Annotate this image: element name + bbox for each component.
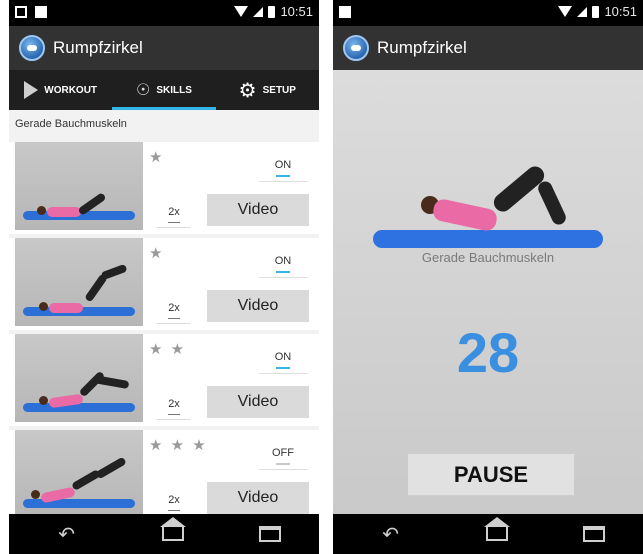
signal-icon	[577, 6, 588, 17]
mat-shape	[23, 499, 135, 508]
status-bar: 10:51	[333, 0, 643, 26]
notification-icon	[339, 6, 351, 18]
recent-apps-icon[interactable]	[583, 526, 606, 542]
mat-shape	[23, 403, 135, 412]
exercise-name: Gerade Bauchmuskeln	[421, 250, 555, 265]
wifi-icon	[234, 6, 249, 17]
toggle-indicator	[276, 271, 290, 273]
navigation-bar: ↶	[333, 514, 643, 554]
figure-legs	[95, 456, 127, 480]
home-icon[interactable]	[159, 517, 186, 541]
difficulty-stars: ★	[149, 245, 165, 262]
app-title: Rumpfzirkel	[377, 38, 467, 57]
exercise-illustration	[333, 110, 643, 260]
notification-icon	[15, 6, 27, 18]
repeat-count[interactable]: 2x	[157, 198, 191, 228]
list-item: ★ ON 2x Video	[9, 238, 319, 330]
rep-counter: 28	[456, 321, 520, 384]
notification-icon	[35, 6, 47, 18]
list-item: ★ ★ ★ OFF 2x Video	[9, 430, 319, 514]
skills-screen: 10:51 Rumpfzirkel WORKOUT ☉ SKILLS ⚙ SET…	[9, 0, 319, 554]
gear-icon: ⚙	[238, 79, 257, 102]
back-icon[interactable]: ↶	[47, 522, 87, 547]
repeat-count[interactable]: 2x	[157, 390, 191, 420]
toggle-label: OFF	[272, 447, 294, 459]
video-button[interactable]: Video	[207, 482, 309, 514]
person-icon: ☉	[136, 82, 151, 99]
toggle-label: ON	[274, 159, 292, 171]
app-icon[interactable]	[343, 35, 369, 61]
figure-legs	[100, 263, 128, 281]
enable-toggle[interactable]: ON	[259, 152, 307, 182]
video-button[interactable]: Video	[207, 290, 309, 322]
status-time: 10:51	[604, 4, 637, 19]
tab-workout[interactable]: WORKOUT	[9, 70, 112, 110]
enable-toggle[interactable]: ON	[259, 344, 307, 374]
battery-icon	[268, 5, 276, 18]
play-icon	[24, 81, 39, 99]
list-item: ★ ON 2x Video	[9, 142, 319, 234]
app-title: Rumpfzirkel	[53, 38, 143, 57]
figure-torso	[431, 197, 499, 233]
figure-head	[39, 396, 48, 405]
navigation-bar: ↶	[9, 514, 319, 554]
back-icon[interactable]: ↶	[371, 522, 411, 547]
tab-skills[interactable]: ☉ SKILLS	[112, 70, 216, 110]
difficulty-stars: ★ ★	[149, 341, 187, 358]
toggle-indicator	[276, 463, 290, 465]
enable-toggle[interactable]: ON	[259, 248, 307, 278]
figure-torso	[47, 207, 81, 217]
wifi-icon	[558, 6, 573, 17]
repeat-count[interactable]: 2x	[157, 486, 191, 514]
toggle-indicator	[276, 367, 290, 369]
tab-label: WORKOUT	[44, 84, 98, 96]
status-bar: 10:51	[9, 0, 319, 26]
workout-screen: 10:51 Rumpfzirkel Gerade Bauchmuskeln 28…	[333, 0, 643, 554]
figure-torso	[49, 303, 83, 313]
status-time: 10:51	[280, 4, 313, 19]
video-button[interactable]: Video	[207, 194, 309, 226]
pause-button[interactable]: PAUSE	[408, 454, 574, 496]
signal-icon	[253, 6, 264, 17]
section-title: Gerade Bauchmuskeln	[15, 118, 127, 130]
app-icon[interactable]	[19, 35, 45, 61]
exercise-thumbnail[interactable]	[15, 430, 143, 514]
toggle-label: ON	[274, 255, 292, 267]
repeat-count[interactable]: 2x	[157, 294, 191, 324]
battery-icon	[592, 5, 600, 18]
exercise-list[interactable]: Gerade Bauchmuskeln ★ ON 2x Video ★ ON 2…	[9, 110, 319, 514]
tab-label: SETUP	[262, 84, 296, 96]
enable-toggle[interactable]: OFF	[259, 440, 307, 470]
toggle-label: ON	[274, 351, 292, 363]
exercise-thumbnail[interactable]	[15, 334, 143, 422]
list-item: ★ ★ ON 2x Video	[9, 334, 319, 426]
figure-head	[31, 490, 40, 499]
tab-setup[interactable]: ⚙ SETUP	[216, 70, 319, 110]
difficulty-stars: ★ ★ ★	[149, 437, 208, 454]
action-bar: Rumpfzirkel	[9, 26, 319, 70]
toggle-indicator	[276, 175, 290, 177]
tab-label: SKILLS	[156, 84, 192, 96]
video-button[interactable]: Video	[207, 386, 309, 418]
exercise-thumbnail[interactable]	[15, 238, 143, 326]
tab-bar: WORKOUT ☉ SKILLS ⚙ SETUP	[9, 70, 319, 110]
workout-stage: Gerade Bauchmuskeln 28 PAUSE	[333, 70, 643, 514]
recent-apps-icon[interactable]	[259, 526, 282, 542]
action-bar: Rumpfzirkel	[333, 26, 643, 70]
difficulty-stars: ★	[149, 149, 165, 166]
figure-legs	[535, 179, 569, 227]
figure-head	[39, 302, 48, 311]
figure-legs	[92, 374, 130, 390]
exercise-thumbnail[interactable]	[15, 142, 143, 230]
home-icon[interactable]	[483, 517, 510, 541]
mat-shape	[373, 230, 603, 248]
figure-head	[37, 206, 46, 215]
